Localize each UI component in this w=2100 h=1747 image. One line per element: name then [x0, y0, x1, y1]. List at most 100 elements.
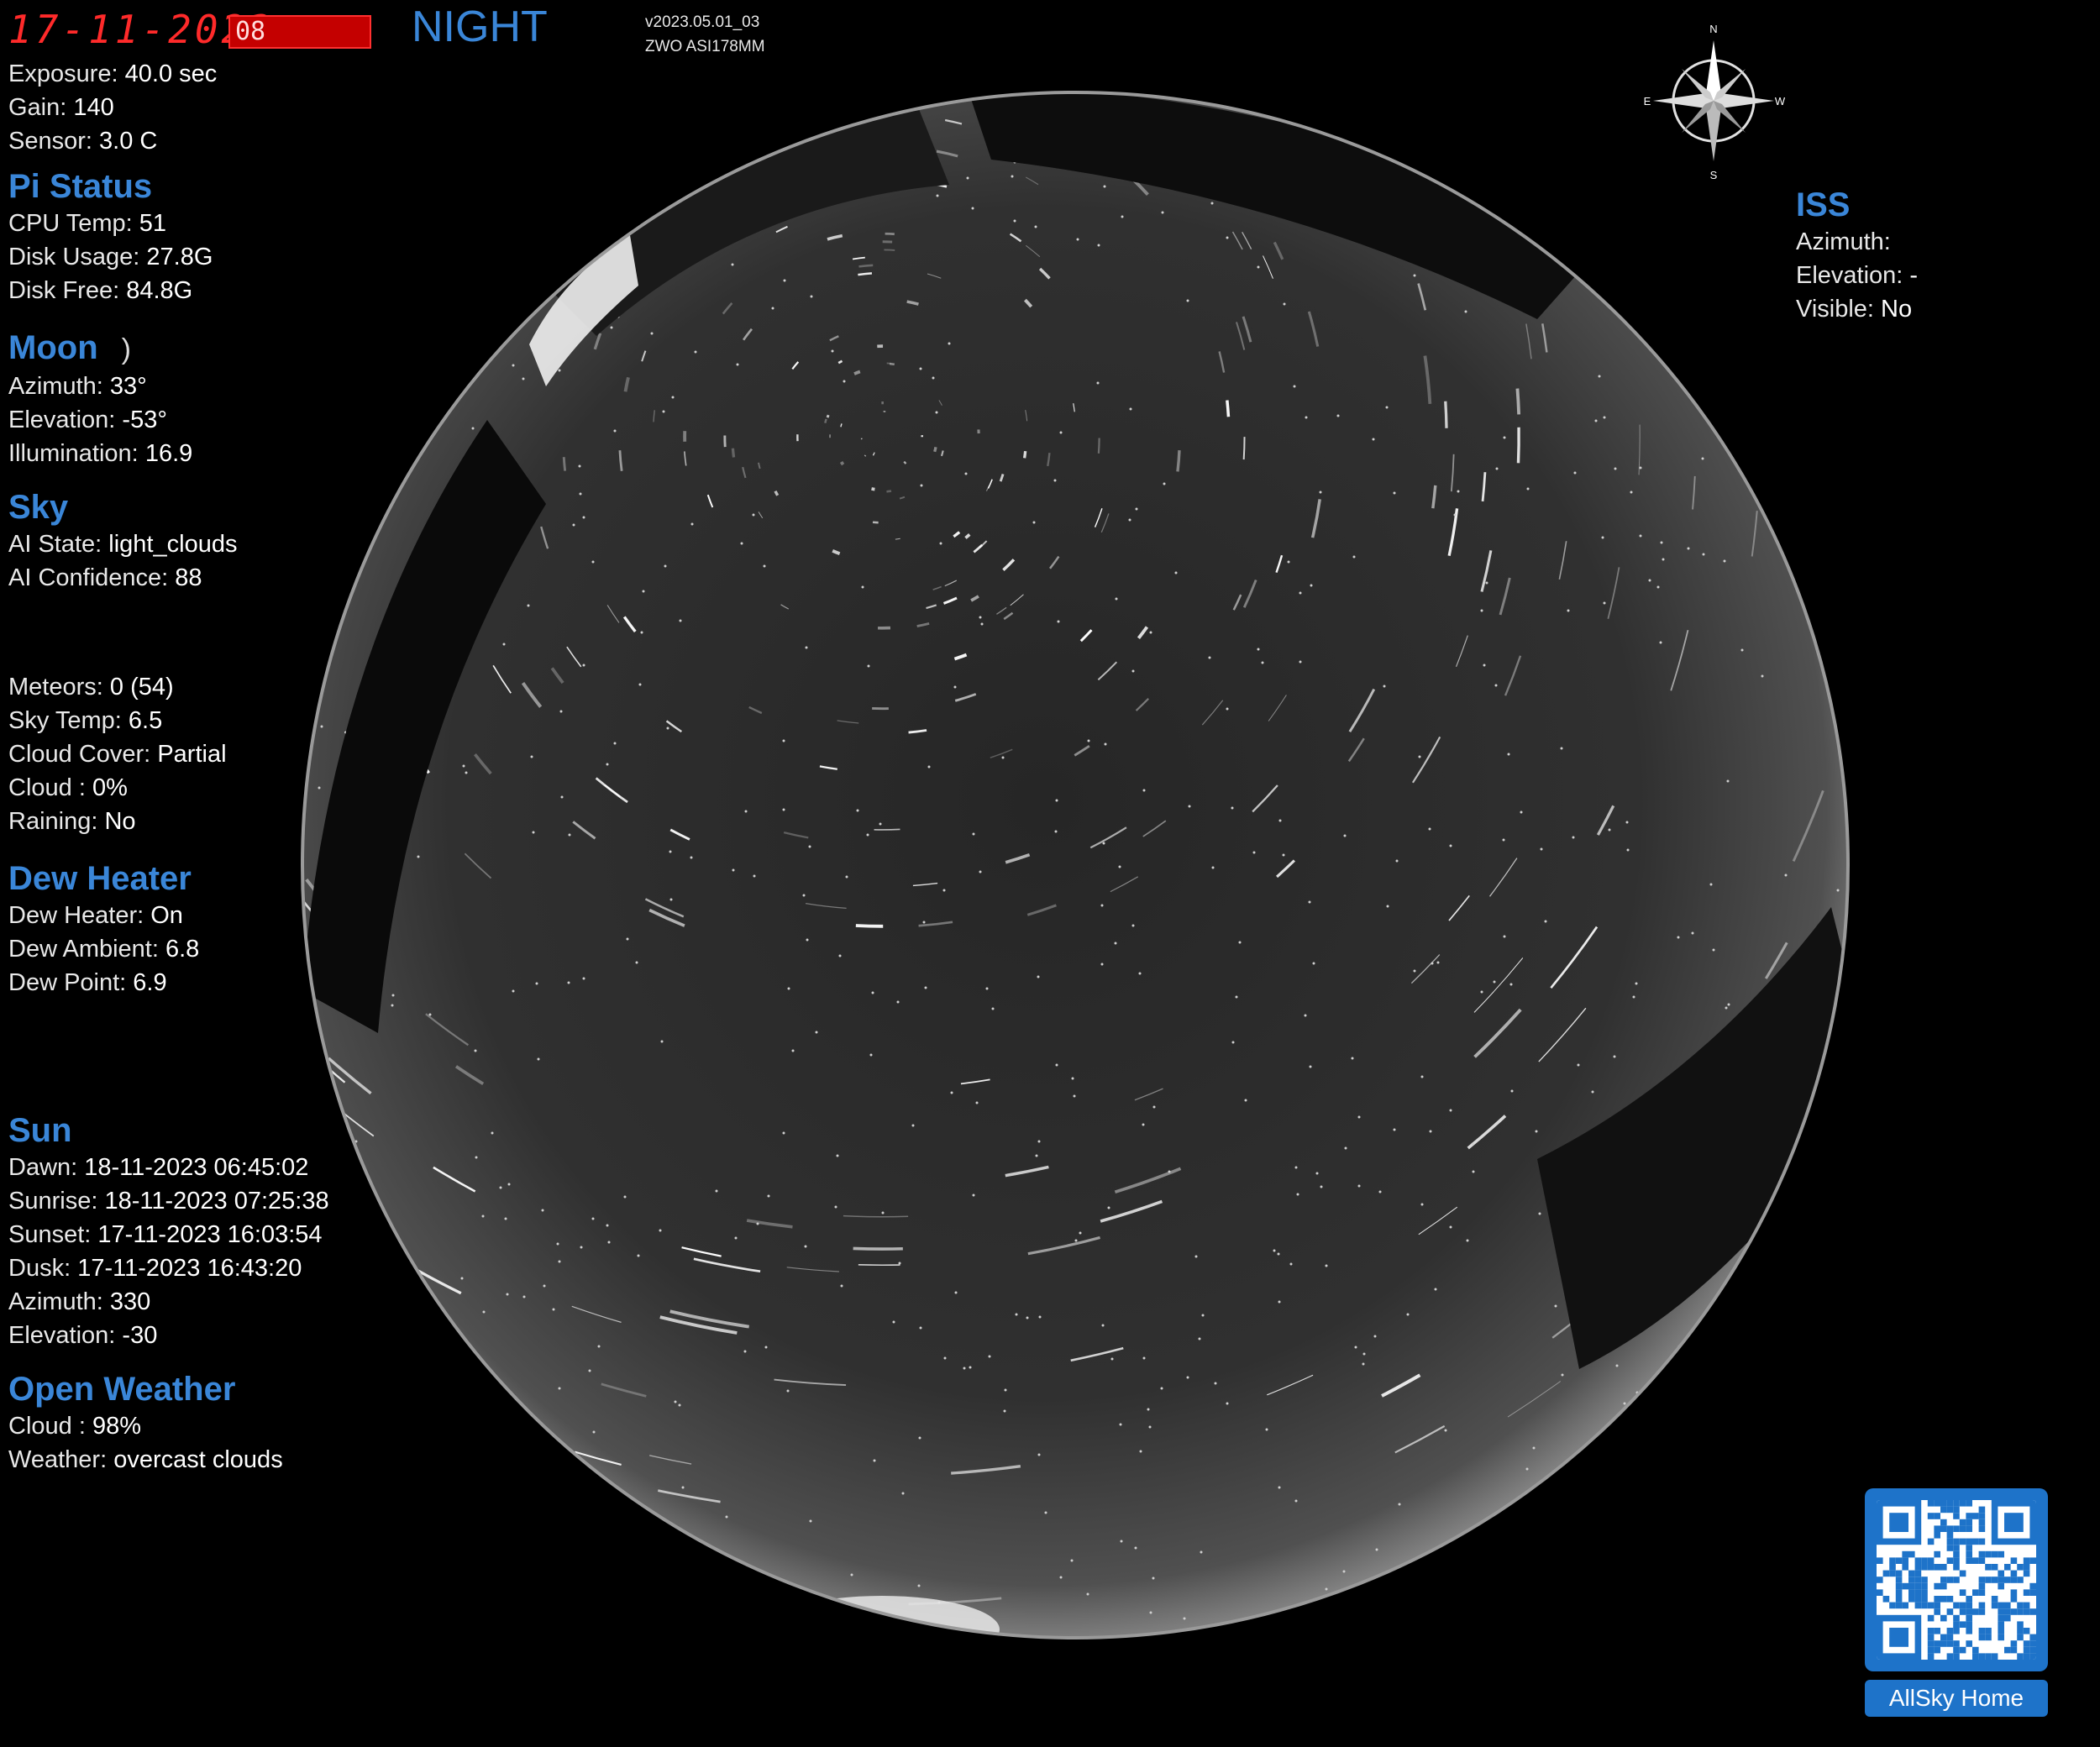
qr-module: [1953, 1646, 1960, 1654]
qr-module: [1940, 1519, 1947, 1526]
qr-module: [1998, 1550, 2004, 1558]
star-dot: [1168, 1170, 1171, 1173]
qr-module: [1908, 1596, 1915, 1603]
star-dot: [369, 138, 372, 141]
allsky-home-link[interactable]: AllSky Home: [1865, 1680, 2048, 1717]
star-dot: [1862, 889, 1865, 891]
star-dot: [1372, 438, 1375, 441]
star-dot: [591, 1217, 595, 1220]
qr-module: [1985, 1550, 1992, 1558]
star-dot: [510, 1444, 513, 1447]
star-trail: [1176, 450, 1181, 472]
star-dot: [1709, 883, 1713, 886]
star-dot: [626, 937, 629, 941]
star-dot: [731, 263, 734, 266]
star-dot: [1308, 900, 1311, 904]
qr-module: [1966, 1545, 1972, 1551]
star-dot: [287, 1483, 290, 1486]
star-dot: [1691, 931, 1694, 935]
star-dot: [1148, 1425, 1152, 1429]
star-dot: [552, 1308, 555, 1311]
moon-title: Moon): [8, 329, 131, 366]
star-dot: [1289, 1262, 1293, 1266]
star-dot: [1336, 414, 1340, 417]
star-dot: [690, 856, 693, 859]
star-dot: [861, 585, 864, 589]
qr-module: [2023, 1589, 2030, 1596]
meteors-row: Meteors: 0 (54): [8, 674, 174, 700]
star-dot: [1526, 487, 1530, 491]
qr-module: [1934, 1646, 1940, 1654]
star-dot: [1152, 1576, 1155, 1580]
star-dot: [1660, 541, 1663, 544]
qr-module: [1895, 1576, 1903, 1583]
star-dot: [1471, 1142, 1474, 1146]
star-dot: [522, 377, 525, 380]
star-dot: [623, 1195, 627, 1199]
star-dot: [1186, 299, 1189, 302]
star-trail: [1830, 1057, 1848, 1114]
star-dot: [582, 664, 585, 667]
star-dot: [613, 175, 617, 178]
qr-module: [1882, 1570, 1890, 1577]
qr-module: [1953, 1557, 1960, 1564]
star-dot: [1121, 215, 1124, 218]
star-dot: [1200, 1550, 1203, 1554]
cloud-cover-row: Cloud Cover: Partial: [8, 741, 227, 768]
star-trail: [884, 249, 895, 251]
star-dot: [1226, 707, 1229, 711]
version-text: v2023.05.01_03: [645, 13, 760, 31]
star-dot: [1171, 70, 1173, 72]
star-dot: [725, 1515, 728, 1519]
qr-frame[interactable]: [1865, 1488, 2048, 1671]
star-dot: [1395, 859, 1399, 863]
sky-temp-row: Sky Temp: 6.5: [8, 707, 163, 734]
star-trail: [933, 447, 937, 453]
qr-module: [1978, 1538, 1986, 1545]
star-dot: [1538, 1212, 1541, 1215]
qr-module: [1914, 1564, 1922, 1571]
star-dot: [1211, 866, 1215, 869]
compass-rose: N S E W: [1644, 23, 1785, 181]
allsky-home-qr[interactable]: AllSky Home: [1865, 1488, 2048, 1717]
qr-module: [1895, 1570, 1903, 1577]
qr-module: [1940, 1576, 1947, 1583]
star-dot: [1805, 1124, 1809, 1127]
star-dot: [566, 1579, 570, 1582]
conditions-panel: Meteors: 0 (54) Sky Temp: 6.5 Cloud Cove…: [8, 670, 227, 838]
star-trail: [302, 1452, 348, 1490]
star-dot: [1118, 1660, 1121, 1663]
star-trail: [417, 92, 451, 102]
compass-s-label: S: [1710, 169, 1718, 181]
star-dot: [1034, 225, 1037, 228]
star-dot: [935, 411, 938, 414]
star-dot: [1373, 1335, 1377, 1338]
qr-module: [1978, 1550, 1986, 1558]
star-dot: [1211, 1629, 1215, 1633]
star-dot: [307, 333, 311, 336]
star-trail: [366, 96, 383, 120]
star-dot: [664, 564, 667, 568]
star-dot: [1261, 661, 1264, 664]
qr-module: [1946, 1545, 1954, 1551]
qr-module: [1966, 1500, 1972, 1507]
star-dot: [1079, 1231, 1082, 1235]
star-dot: [1362, 1352, 1366, 1356]
qr-module: [1914, 1570, 1922, 1577]
star-dot: [838, 954, 842, 957]
star-dot: [293, 290, 296, 292]
star-dot: [843, 380, 846, 383]
star-trail: [1554, 92, 1573, 117]
star-trail: [1805, 92, 1826, 122]
star-dot: [1661, 255, 1664, 259]
qr-module: [1953, 1640, 1960, 1647]
star-dot: [1449, 1225, 1452, 1229]
star-trail: [640, 200, 653, 212]
star-dot: [690, 522, 694, 526]
star-dot: [377, 282, 381, 286]
qr-module: [1921, 1602, 1928, 1609]
qr-module: [1927, 1564, 1935, 1571]
star-dot: [516, 76, 518, 78]
star-dot: [381, 1266, 384, 1269]
compass-n-label: N: [1709, 23, 1717, 35]
